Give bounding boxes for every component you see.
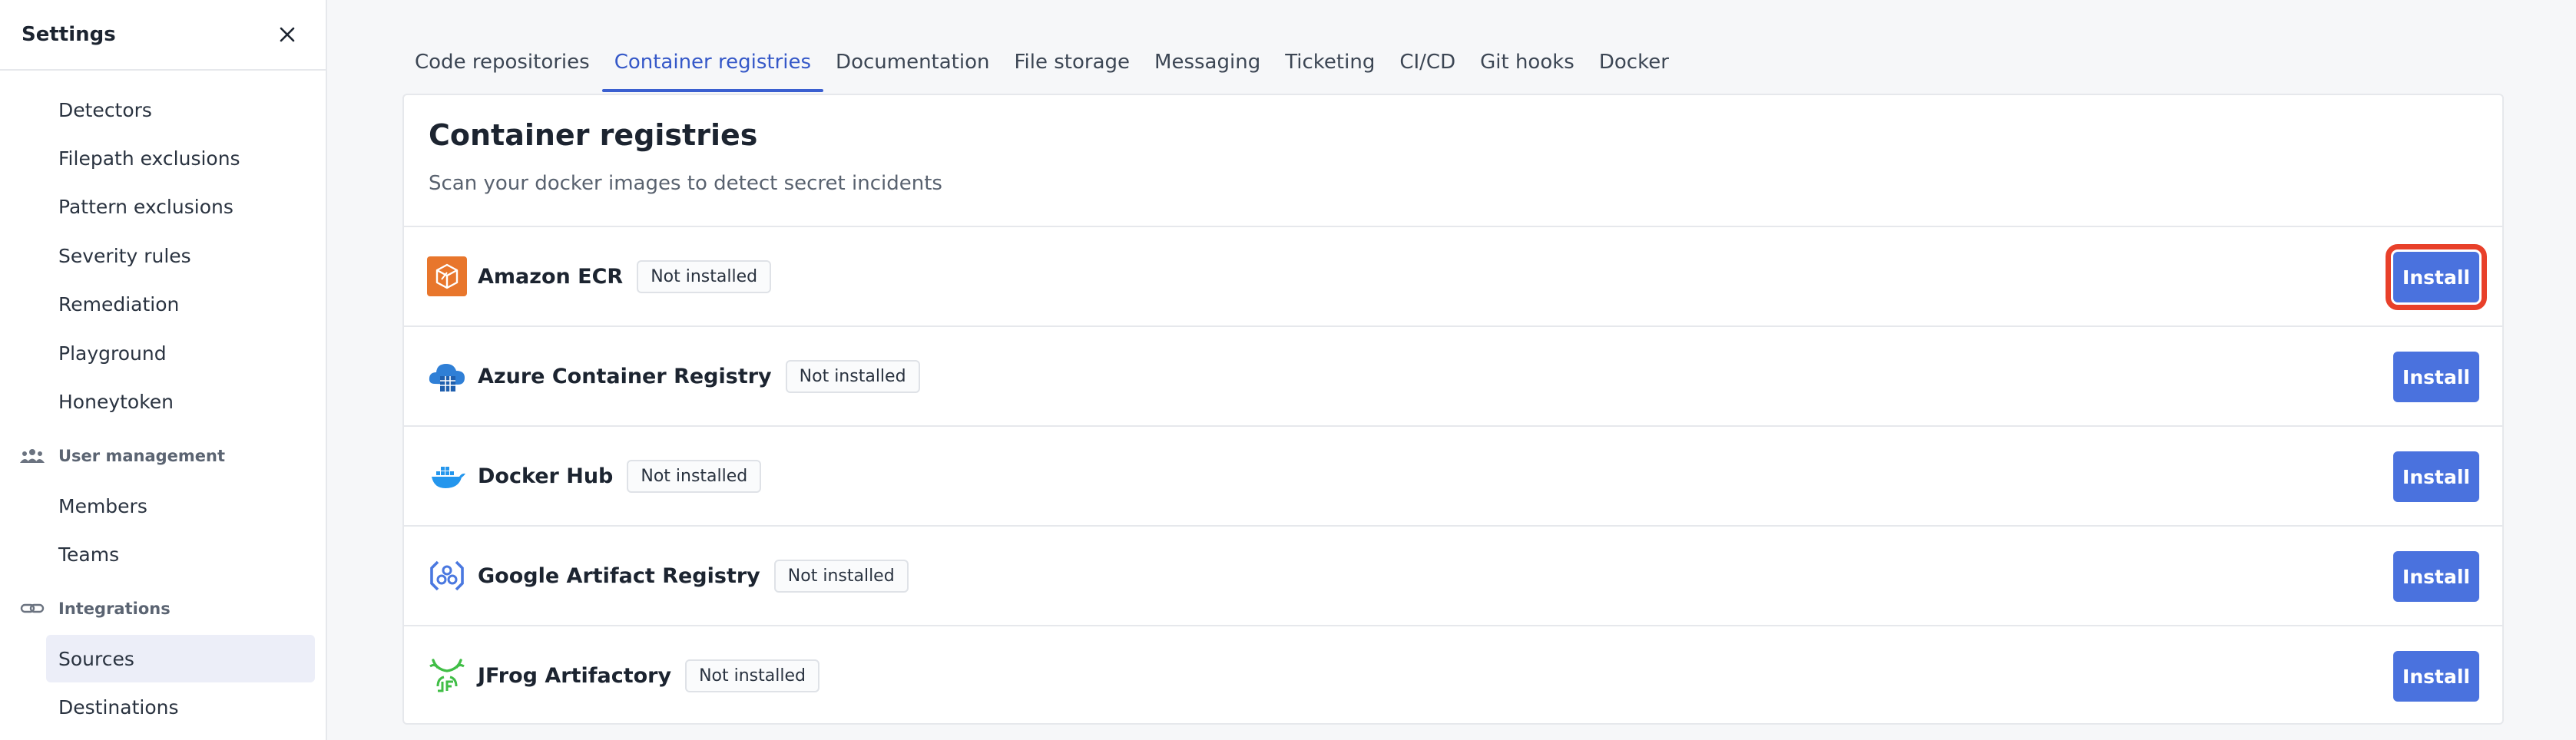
google-artifact-registry-icon <box>427 556 467 596</box>
status-badge: Not installed <box>637 259 772 293</box>
integration-tabs: Code repositories Container registries D… <box>402 43 1681 92</box>
status-badge: Not installed <box>773 559 909 593</box>
sidebar-item-filepath-exclusions[interactable]: Filepath exclusions <box>46 134 315 182</box>
sidebar-item-remediation[interactable]: Remediation <box>46 280 315 328</box>
install-amazon-ecr-button[interactable]: Install <box>2386 244 2487 310</box>
registry-name: Amazon ECR <box>478 264 624 289</box>
install-google-artifact-registry-button[interactable]: Install <box>2393 551 2479 602</box>
registry-row-azure-container-registry: Azure Container Registry Not installed I… <box>404 325 2502 425</box>
tab-code-repositories[interactable]: Code repositories <box>402 43 602 92</box>
registry-name: Docker Hub <box>478 464 614 488</box>
status-badge: Not installed <box>785 359 920 393</box>
status-badge: Not installed <box>685 659 819 692</box>
close-icon[interactable] <box>273 21 301 48</box>
registry-name: JFrog Artifactory <box>478 663 672 688</box>
registry-row-google-artifact-registry: Google Artifact Registry Not installed I… <box>404 525 2502 625</box>
sidebar-item-members[interactable]: Members <box>46 482 315 530</box>
tab-ci-cd[interactable]: CI/CD <box>1387 43 1468 92</box>
registry-row-docker-hub: Docker Hub Not installed Install <box>404 425 2502 525</box>
status-badge: Not installed <box>627 459 762 493</box>
page-description: Scan your docker images to detect secret… <box>429 172 942 195</box>
tab-docker[interactable]: Docker <box>1587 43 1681 92</box>
section-integrations: Integrations <box>20 593 171 624</box>
tab-container-registries[interactable]: Container registries <box>601 43 824 92</box>
docker-icon <box>427 456 467 496</box>
sidebar-item-destinations[interactable]: Destinations <box>46 683 315 731</box>
tab-git-hooks[interactable]: Git hooks <box>1468 43 1587 92</box>
section-user-management: User management <box>20 441 225 471</box>
azure-container-registry-icon <box>427 356 467 396</box>
jfrog-icon <box>427 656 467 695</box>
tab-ticketing[interactable]: Ticketing <box>1273 43 1387 92</box>
sidebar-header: Settings <box>0 0 326 71</box>
sidebar-item-severity-rules[interactable]: Severity rules <box>46 232 315 279</box>
tab-messaging[interactable]: Messaging <box>1142 43 1273 92</box>
link-icon <box>20 600 46 618</box>
sidebar-item-pattern-exclusions[interactable]: Pattern exclusions <box>46 183 315 230</box>
registry-row-amazon-ecr: Amazon ECR Not installed Install <box>404 226 2502 325</box>
registry-name: Azure Container Registry <box>478 364 772 388</box>
sidebar-item-teams[interactable]: Teams <box>46 530 315 578</box>
tab-documentation[interactable]: Documentation <box>823 43 1002 92</box>
amazon-ecr-icon <box>427 256 467 296</box>
install-azure-container-registry-button[interactable]: Install <box>2393 352 2479 402</box>
registry-row-jfrog-artifactory: JFrog Artifactory Not installed Install <box>404 625 2502 725</box>
install-docker-hub-button[interactable]: Install <box>2393 451 2479 502</box>
install-jfrog-artifactory-button[interactable]: Install <box>2393 651 2479 702</box>
tab-file-storage[interactable]: File storage <box>1002 43 1142 92</box>
sidebar-item-honeytoken[interactable]: Honeytoken <box>46 378 315 425</box>
sidebar-item-detectors[interactable]: Detectors <box>46 86 315 134</box>
page-title: Container registries <box>429 118 758 152</box>
users-icon <box>20 447 46 465</box>
sidebar-item-sources[interactable]: Sources <box>46 635 315 682</box>
sidebar-item-playground[interactable]: Playground <box>46 329 315 377</box>
sidebar-title: Settings <box>22 23 116 46</box>
container-registries-panel: Container registries Scan your docker im… <box>402 94 2504 725</box>
registry-name: Google Artifact Registry <box>478 563 760 588</box>
settings-sidebar: Settings Detectors Filepath exclusions P… <box>0 0 327 740</box>
